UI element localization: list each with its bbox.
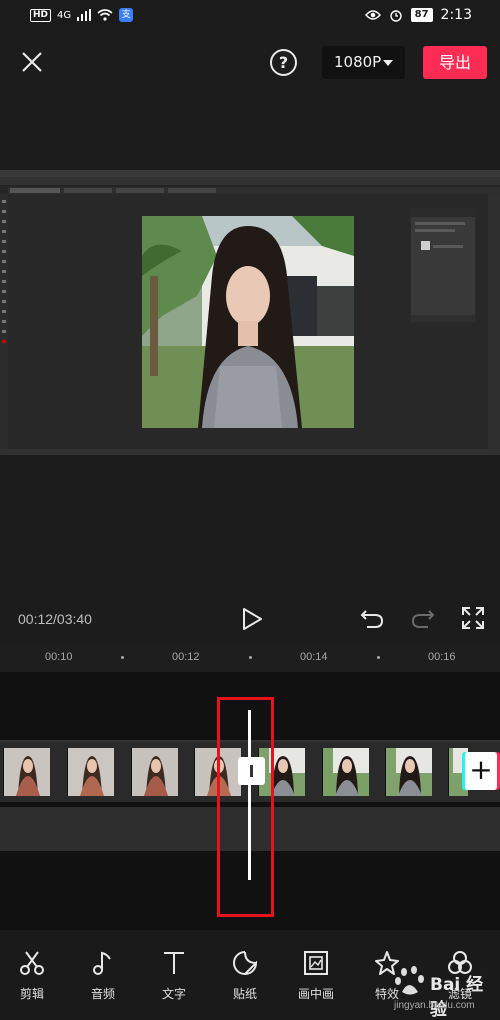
- close-icon: [22, 52, 42, 72]
- ruler-tick: 00:14: [300, 651, 328, 663]
- ruler-dot: [377, 656, 380, 659]
- clip-thumbnail[interactable]: [131, 748, 178, 796]
- text-icon: [164, 952, 184, 974]
- play-icon: [243, 608, 262, 630]
- ruler-dot: [249, 656, 252, 659]
- caret-down-icon: [383, 60, 393, 66]
- clip-thumbnail[interactable]: [67, 748, 114, 796]
- nav-label: 音频: [90, 987, 115, 1001]
- eye-icon: [364, 10, 381, 20]
- nav-label: 画中画: [297, 987, 334, 1001]
- alarm-icon: [389, 10, 402, 22]
- ruler-dot: [121, 656, 124, 659]
- help-button[interactable]: ?: [270, 49, 297, 76]
- watermark-url: jingyan.baidu.com: [394, 1000, 475, 1011]
- ruler-tick: 00:16: [428, 651, 456, 663]
- redo-icon: [411, 610, 435, 628]
- sticker-icon: [233, 951, 258, 975]
- ps-layers-panel: [410, 208, 476, 323]
- video-preview[interactable]: [0, 170, 500, 455]
- watermark-logo-text: Bai 经验: [430, 975, 484, 1020]
- portrait-photo: [142, 216, 354, 428]
- nav-item-text[interactable]: 文字: [144, 930, 204, 1020]
- ps-menubar: [0, 170, 500, 177]
- undo-button[interactable]: [359, 607, 385, 631]
- ps-toolbar: [0, 194, 8, 449]
- resolution-dropdown[interactable]: 1080P: [322, 46, 405, 79]
- baidu-jingyan-watermark: Bai 经验 jingyan.baidu.com: [392, 962, 500, 1020]
- nav-item-pip[interactable]: 画中画: [286, 930, 346, 1020]
- resolution-label: 1080P: [334, 53, 382, 71]
- nav-label: 剪辑: [19, 987, 44, 1001]
- clock: 2:13: [440, 7, 472, 23]
- ps-status-bar: [0, 449, 500, 455]
- annotation-highlight-box: [217, 697, 274, 917]
- nav-label: 贴纸: [232, 987, 257, 1001]
- nav-item-audio[interactable]: 音频: [73, 930, 133, 1020]
- ps-options-bar: [0, 177, 500, 186]
- status-bar: HD 4G 支 87 2:13: [0, 0, 500, 32]
- scissors-icon: [20, 951, 44, 975]
- export-button[interactable]: 导出: [423, 46, 487, 79]
- fullscreen-icon: [462, 607, 484, 629]
- network-hd-badge: HD: [30, 8, 52, 22]
- nav-item-sticker[interactable]: 贴纸: [215, 930, 275, 1020]
- signal-icon: [77, 9, 92, 21]
- play-button[interactable]: [240, 607, 264, 631]
- status-left: HD 4G 支: [30, 8, 134, 22]
- nav-label: 文字: [161, 987, 186, 1001]
- clip-thumbnail[interactable]: [322, 748, 369, 796]
- picture-in-picture-icon: [304, 951, 328, 975]
- fullscreen-button[interactable]: [462, 607, 484, 629]
- timecode-readout: 00:12/03:40: [18, 611, 92, 627]
- battery-indicator: 87: [410, 8, 433, 22]
- ruler-tick: 00:12: [172, 651, 200, 663]
- nav-item-edit[interactable]: 剪辑: [2, 930, 62, 1020]
- paw-logo-icon: [395, 966, 424, 995]
- music-note-icon: [93, 951, 111, 975]
- ruler-tick: 00:10: [45, 651, 73, 663]
- wifi-icon: [97, 9, 113, 21]
- time-ruler[interactable]: 00:10 00:12 00:14 00:16: [0, 644, 500, 672]
- close-button[interactable]: [20, 50, 44, 74]
- status-right: 87 2:13: [364, 7, 472, 23]
- add-clip-button[interactable]: +: [465, 752, 497, 790]
- undo-icon: [360, 610, 384, 628]
- redo-button[interactable]: [410, 607, 436, 631]
- clip-thumbnail[interactable]: [385, 748, 432, 796]
- clip-thumbnail[interactable]: [3, 748, 50, 796]
- app-notification-icon: 支: [119, 8, 134, 22]
- signal-4g-label: 4G: [57, 9, 72, 21]
- ps-scrollbar: [488, 194, 500, 449]
- ps-document-tabs: [8, 187, 500, 194]
